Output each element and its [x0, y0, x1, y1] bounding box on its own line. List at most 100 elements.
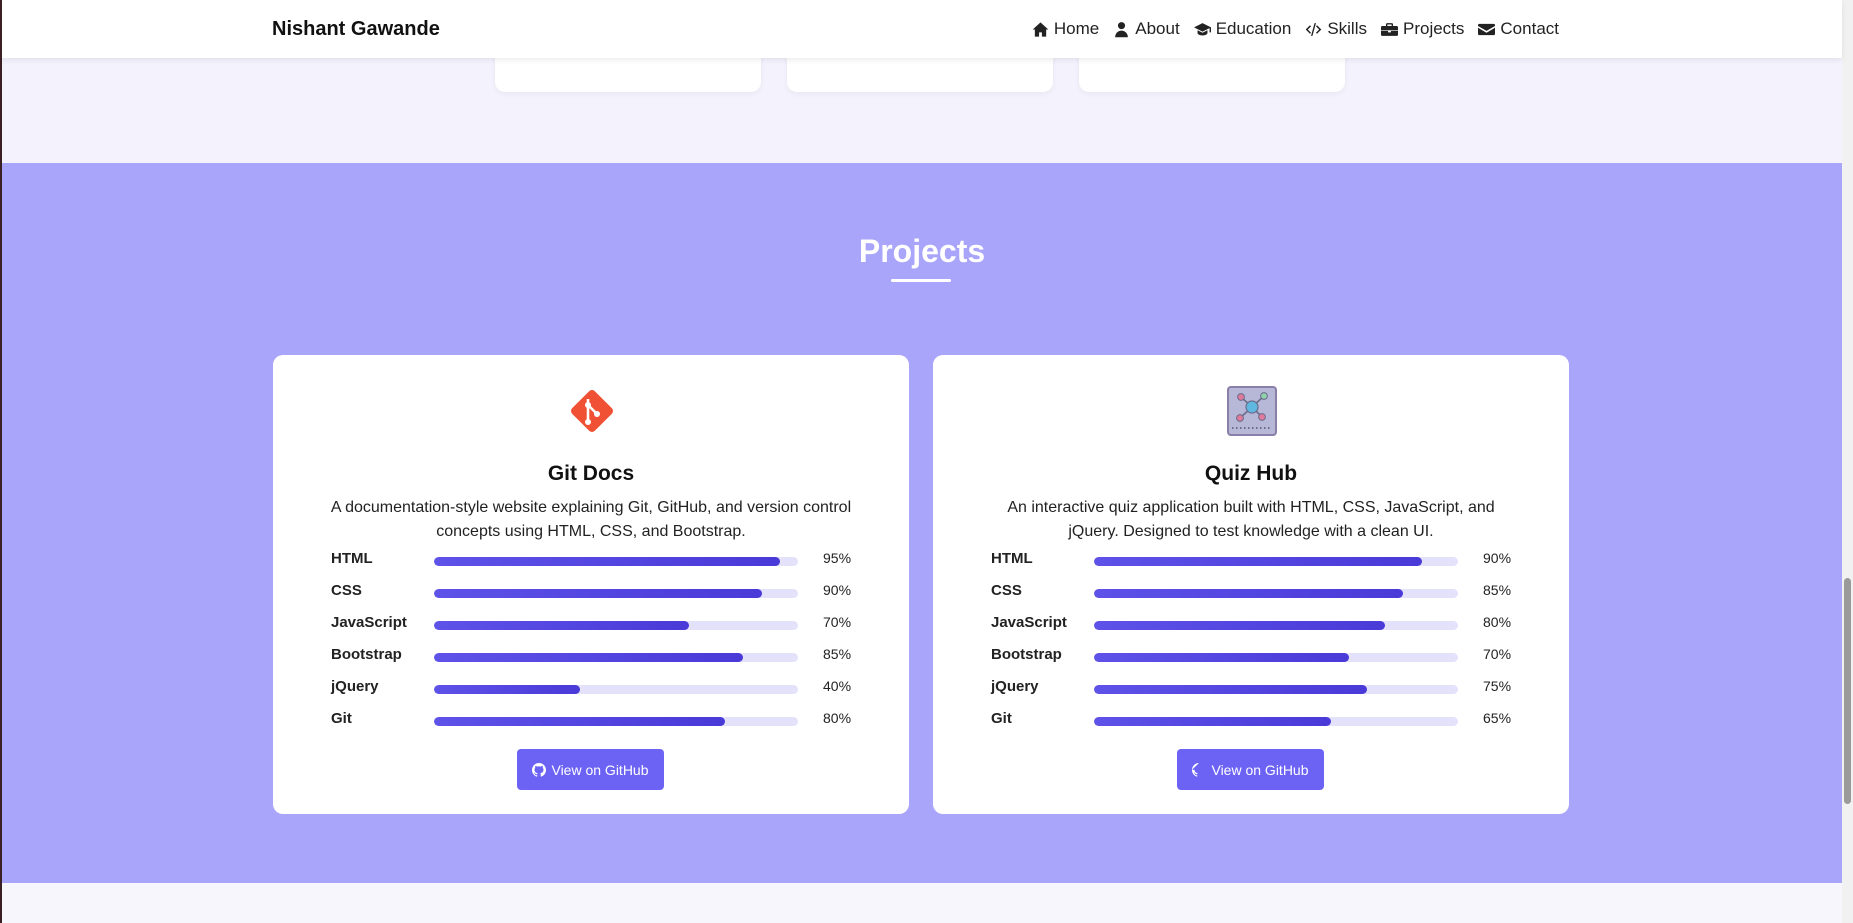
- skill-progress-bar: [1094, 653, 1458, 662]
- skill-progress-bar: [434, 653, 798, 662]
- nav-label: About: [1135, 19, 1180, 38]
- skill-progress-fill: [1094, 685, 1367, 694]
- skill-percent: 40%: [823, 678, 852, 694]
- skill-progress-fill: [1094, 557, 1422, 566]
- nav-label: Projects: [1402, 19, 1465, 38]
- skill-row: HTML 95%: [331, 550, 851, 582]
- skill-row: Git 80%: [331, 710, 851, 742]
- skill-row: CSS 85%: [991, 582, 1511, 614]
- nav-label: Skills: [1327, 19, 1367, 38]
- skill-row: Bootstrap 85%: [331, 646, 851, 678]
- skill-progress-fill: [1094, 589, 1404, 598]
- skill-row: CSS 90%: [331, 582, 851, 614]
- project-card-git-docs: Git Docs A documentation-style website e…: [273, 355, 909, 814]
- skill-percent: 75%: [1483, 678, 1512, 694]
- skill-row: JavaScript 70%: [331, 614, 851, 646]
- button-label: View on GitHub: [1211, 761, 1309, 778]
- nav-item-projects[interactable]: Projects: [1380, 19, 1465, 39]
- skill-list: HTML 95% CSS 90% JavaScript 70% Bootstra…: [331, 550, 851, 742]
- next-section-edge: [2, 883, 1842, 923]
- skill-progress-bar: [1094, 557, 1458, 566]
- skill-progress-bar: [434, 589, 798, 598]
- project-description: A documentation-style website explaining…: [330, 499, 852, 540]
- nav-item-skills[interactable]: Skills: [1305, 19, 1367, 39]
- nav-links: Home About Education Skills Projects Con…: [1032, 19, 1559, 39]
- nav-item-about[interactable]: About: [1113, 19, 1180, 39]
- nav-label: Contact: [1500, 19, 1559, 38]
- skill-progress-fill: [434, 589, 762, 598]
- graduation-cap-icon: [1193, 22, 1211, 36]
- github-icon: [1192, 762, 1200, 777]
- skill-progress-fill: [434, 621, 689, 630]
- skill-percent: 70%: [823, 614, 852, 630]
- briefcase-icon: [1380, 22, 1398, 36]
- git-logo-icon: [571, 390, 613, 432]
- skill-progress-fill: [1094, 621, 1386, 630]
- skill-progress-fill: [1094, 653, 1349, 662]
- skill-percent: 90%: [823, 582, 852, 598]
- skill-name: Bootstrap: [331, 646, 402, 663]
- skill-progress-bar: [434, 621, 798, 630]
- skill-list: HTML 90% CSS 85% JavaScript 80% Bootstra…: [991, 550, 1511, 742]
- skill-percent: 65%: [1483, 710, 1512, 726]
- skill-progress-fill: [434, 653, 744, 662]
- section-title: Projects: [858, 233, 986, 269]
- window-edge: [0, 0, 2, 923]
- skill-percent: 70%: [1483, 646, 1512, 662]
- page-scrollbar[interactable]: [1842, 0, 1853, 923]
- skill-progress-fill: [434, 685, 580, 694]
- skill-progress-bar: [1094, 685, 1458, 694]
- skill-row: Bootstrap 70%: [991, 646, 1511, 678]
- code-icon: [1306, 22, 1322, 36]
- project-title: Quiz Hub: [1204, 462, 1298, 485]
- skill-name: Git: [331, 710, 352, 727]
- skill-row: Git 65%: [991, 710, 1511, 742]
- skill-row: jQuery 75%: [991, 678, 1511, 710]
- skill-name: CSS: [991, 582, 1022, 599]
- envelope-icon: [1478, 23, 1496, 35]
- nav-item-home[interactable]: Home: [1032, 19, 1099, 39]
- skill-progress-bar: [1094, 589, 1458, 598]
- view-on-github-button[interactable]: View on GitHub: [1177, 749, 1324, 790]
- navbar: Nishant Gawande Home About Education Ski…: [0, 0, 1842, 58]
- skill-name: HTML: [991, 550, 1033, 567]
- skill-progress-fill: [1094, 717, 1331, 726]
- user-icon: [1115, 21, 1129, 37]
- skill-percent: 95%: [823, 550, 852, 566]
- skill-name: jQuery: [331, 678, 379, 695]
- skill-progress-bar: [434, 557, 798, 566]
- home-icon: [1032, 21, 1049, 37]
- skill-percent: 80%: [1483, 614, 1512, 630]
- skill-row: JavaScript 80%: [991, 614, 1511, 646]
- brand-name[interactable]: Nishant Gawande: [272, 18, 440, 41]
- scrollbar-thumb[interactable]: [1844, 578, 1851, 804]
- skill-percent: 80%: [823, 710, 852, 726]
- project-description: An interactive quiz application built wi…: [1007, 499, 1495, 540]
- skill-progress-fill: [434, 557, 780, 566]
- skill-percent: 85%: [823, 646, 852, 662]
- nav-label: Education: [1215, 19, 1292, 38]
- skill-percent: 90%: [1483, 550, 1512, 566]
- project-card-quiz-hub: Quiz Hub An interactive quiz application…: [933, 355, 1569, 814]
- skill-progress-fill: [434, 717, 726, 726]
- nav-item-education[interactable]: Education: [1193, 19, 1292, 39]
- skill-name: Bootstrap: [991, 646, 1062, 663]
- nav-label: Home: [1053, 19, 1100, 38]
- skill-progress-bar: [1094, 717, 1458, 726]
- skill-name: JavaScript: [331, 614, 407, 631]
- project-title: Git Docs: [547, 462, 635, 485]
- skill-name: jQuery: [991, 678, 1039, 695]
- skill-row: jQuery 40%: [331, 678, 851, 710]
- github-icon: [532, 762, 547, 777]
- nav-item-contact[interactable]: Contact: [1478, 19, 1559, 39]
- skill-row: HTML 90%: [991, 550, 1511, 582]
- skill-progress-bar: [1094, 621, 1458, 630]
- network-board-icon: [1227, 386, 1277, 436]
- skill-name: CSS: [331, 582, 362, 599]
- skill-name: HTML: [331, 550, 373, 567]
- view-on-github-button[interactable]: View on GitHub: [517, 749, 664, 790]
- skill-progress-bar: [434, 717, 798, 726]
- title-underline: [891, 279, 951, 282]
- skill-name: JavaScript: [991, 614, 1067, 631]
- projects-section: Projects Git Docs A documentation-style …: [2, 163, 1842, 883]
